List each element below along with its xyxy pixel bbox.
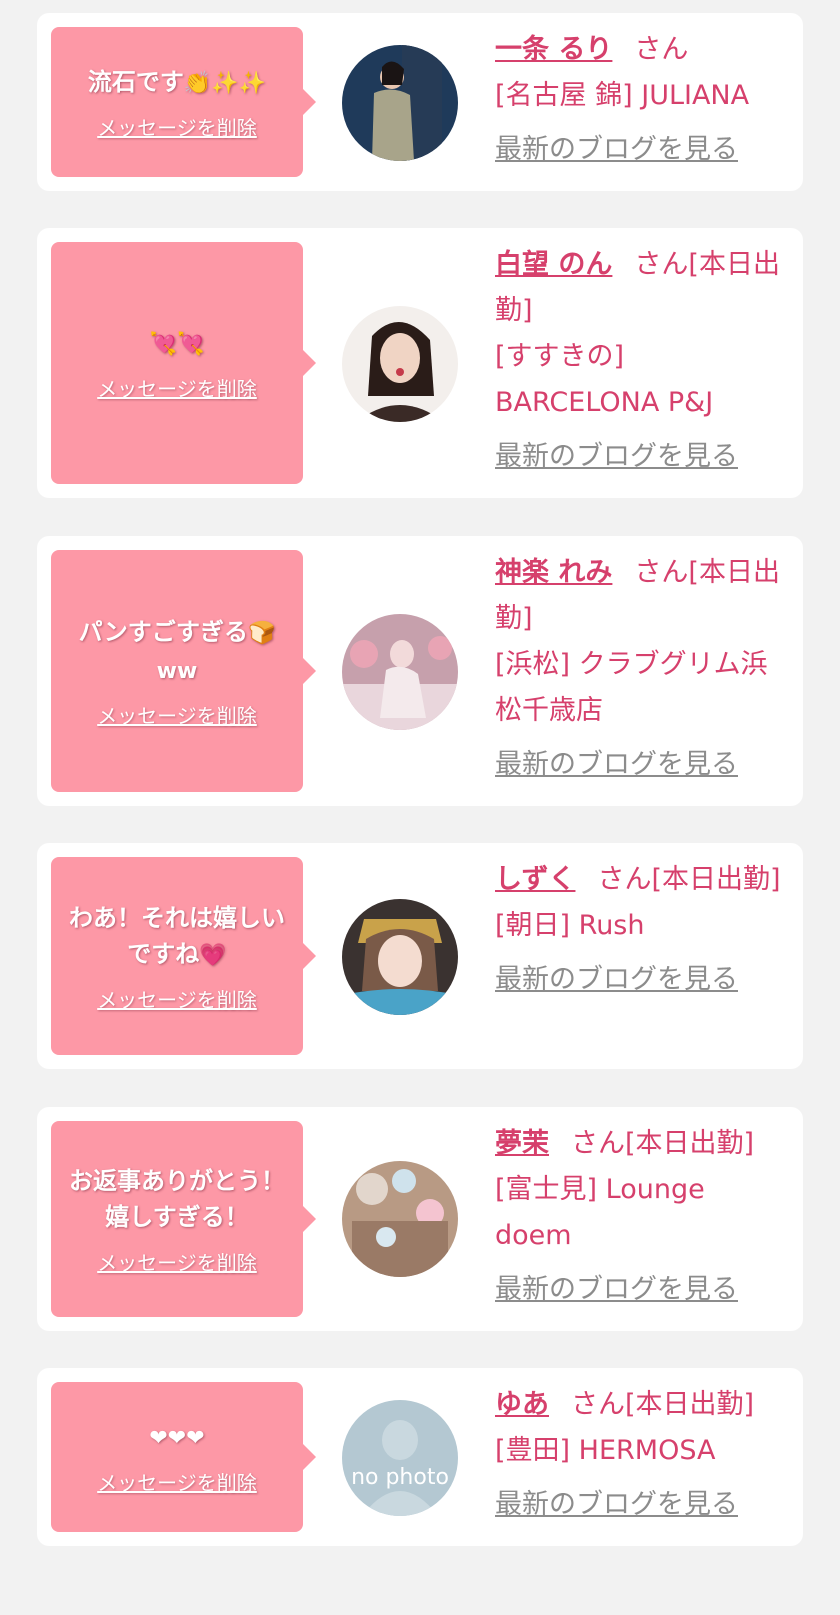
- cast-info: ゆあ さん[本日出勤] [豊田] HERMOSA 最新のブログを見る: [495, 1382, 785, 1528]
- no-photo-label: no photo: [351, 1465, 449, 1490]
- shop-label: [名古屋 錦] JULIANA: [495, 80, 750, 111]
- cast-name-link[interactable]: ゆあ: [495, 1389, 549, 1420]
- message-card: わあ！それは嬉しいですね💗 メッセージを削除 しずく さん[本日出勤] [朝日] …: [37, 843, 803, 1069]
- blog-link[interactable]: 最新のブログを見る: [495, 127, 785, 173]
- shop-label: [すすきの] BARCELONA P&J: [495, 341, 714, 418]
- delete-message-link[interactable]: メッセージを削除: [97, 112, 257, 141]
- cast-info: しずく さん[本日出勤] [朝日] Rush 最新のブログを見る: [495, 857, 785, 1003]
- avatar[interactable]: [342, 1161, 458, 1277]
- message-bubble: わあ！それは嬉しいですね💗 メッセージを削除: [51, 857, 316, 1055]
- message-text: お返事ありがとう！嬉しすぎる！: [69, 1166, 285, 1231]
- avatar-photo: [342, 1161, 458, 1277]
- cast-name-link[interactable]: 一条 るり: [495, 34, 612, 65]
- message-bubble: ❤❤❤ メッセージを削除: [51, 1382, 316, 1532]
- avatar[interactable]: [342, 306, 458, 422]
- cast-status: さん[本日出勤]: [571, 1389, 755, 1420]
- cast-info: 白望 のん さん[本日出勤] [すすきの] BARCELONA P&J 最新のブロ…: [495, 242, 785, 480]
- message-bubble: パンすごすぎる🍞ww メッセージを削除: [51, 550, 316, 792]
- message-text: パンすごすぎる: [78, 617, 249, 646]
- cast-info: 神楽 れみ さん[本日出勤] [浜松] クラブグリム浜松千歳店 最新のブログを見る: [495, 550, 785, 788]
- shop-label: [豊田] HERMOSA: [495, 1435, 716, 1466]
- shop-label: [浜松] クラブグリム浜松千歳店: [495, 649, 768, 726]
- message-card: 流石です👏✨✨ メッセージを削除 一条 るり さん [名古屋 錦] JULIANA…: [37, 13, 803, 191]
- message-list: 流石です👏✨✨ メッセージを削除 一条 るり さん [名古屋 錦] JULIANA…: [0, 0, 840, 1615]
- blog-link[interactable]: 最新のブログを見る: [495, 1482, 785, 1528]
- cast-name-link[interactable]: 夢茉: [495, 1128, 549, 1159]
- shop-label: [富士見] Lounge doem: [495, 1174, 705, 1251]
- cast-name-link[interactable]: 白望 のん: [495, 249, 612, 280]
- message-card: お返事ありがとう！嬉しすぎる！ メッセージを削除 夢茉 さん[本日出勤] [富士見…: [37, 1107, 803, 1331]
- blog-link[interactable]: 最新のブログを見る: [495, 957, 785, 1003]
- avatar[interactable]: [342, 614, 458, 730]
- emoji-pink-heart-icon: 💗: [199, 942, 227, 968]
- cast-status: さん: [634, 34, 689, 65]
- cast-status: さん[本日出勤]: [571, 1128, 755, 1159]
- message-text: 流石です: [87, 67, 184, 96]
- cast-status: さん[本日出勤]: [597, 864, 781, 895]
- delete-message-link[interactable]: メッセージを削除: [97, 1247, 257, 1276]
- message-card: パンすごすぎる🍞ww メッセージを削除 神楽 れみ さん[本日出勤] [浜松] ク…: [37, 536, 803, 806]
- avatar[interactable]: [342, 899, 458, 1015]
- delete-message-link[interactable]: メッセージを削除: [97, 700, 257, 729]
- cast-name-link[interactable]: 神楽 れみ: [495, 557, 612, 588]
- shop-label: [朝日] Rush: [495, 910, 645, 941]
- avatar-photo: [342, 614, 458, 730]
- cast-info: 夢茉 さん[本日出勤] [富士見] Lounge doem 最新のブログを見る: [495, 1121, 785, 1313]
- cast-info: 一条 るり さん [名古屋 錦] JULIANA 最新のブログを見る: [495, 27, 785, 173]
- delete-message-link[interactable]: メッセージを削除: [97, 1467, 257, 1496]
- avatar-photo: [342, 306, 458, 422]
- message-bubble: 流石です👏✨✨ メッセージを削除: [51, 27, 316, 177]
- cast-name-link[interactable]: しずく: [495, 864, 575, 895]
- message-card: 💘💘 メッセージを削除 白望 のん さん[本日出勤] [すすきの] BARCELO…: [37, 228, 803, 498]
- message-bubble: お返事ありがとう！嬉しすぎる！ メッセージを削除: [51, 1121, 316, 1317]
- avatar-photo: [342, 899, 458, 1015]
- blog-link[interactable]: 最新のブログを見る: [495, 742, 785, 788]
- emoji-red-heart-icon: ❤❤❤: [149, 1425, 205, 1451]
- blog-link[interactable]: 最新のブログを見る: [495, 434, 785, 480]
- message-card: ❤❤❤ メッセージを削除 no photo ゆあ さん[本日出勤] [豊田] HE…: [37, 1368, 803, 1546]
- avatar[interactable]: [342, 45, 458, 161]
- delete-message-link[interactable]: メッセージを削除: [97, 373, 257, 402]
- no-photo-avatar: no photo: [342, 1400, 458, 1516]
- emoji-clap-sparkle-icon: 👏✨✨: [183, 70, 267, 96]
- emoji-heart-arrow-icon: 💘💘: [149, 331, 205, 357]
- delete-message-link[interactable]: メッセージを削除: [97, 984, 257, 1013]
- message-bubble: 💘💘 メッセージを削除: [51, 242, 316, 484]
- avatar[interactable]: no photo: [342, 1400, 458, 1516]
- blog-link[interactable]: 最新のブログを見る: [495, 1267, 785, 1313]
- avatar-photo: [342, 45, 458, 161]
- message-text: わあ！それは嬉しいですね: [69, 903, 285, 968]
